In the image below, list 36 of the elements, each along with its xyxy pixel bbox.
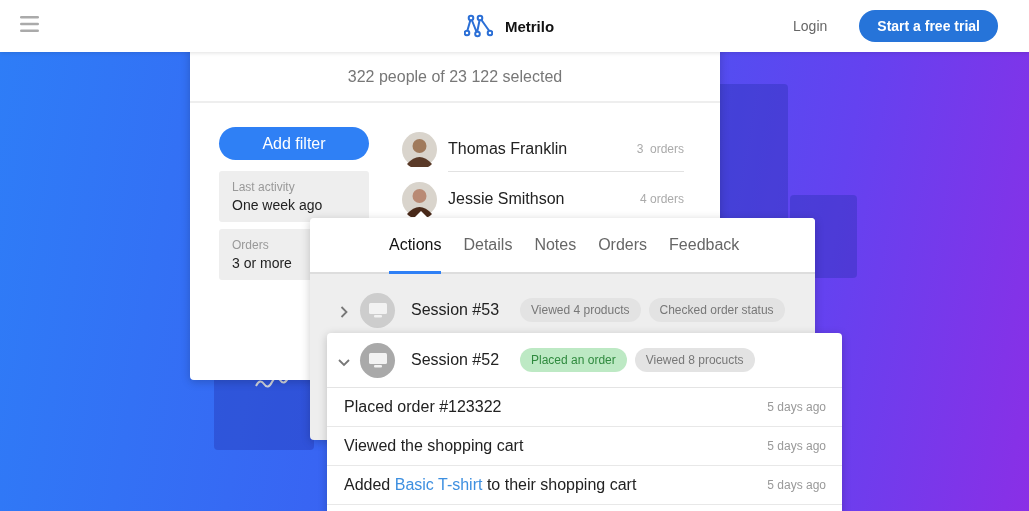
event-time: 5 days ago: [767, 439, 826, 453]
login-link[interactable]: Login: [793, 18, 828, 34]
avatar-icon: [402, 131, 437, 167]
event-text: Placed order #123322: [344, 398, 502, 416]
person-name[interactable]: Thomas Franklin: [448, 139, 568, 158]
add-filter-button[interactable]: Add filter: [219, 127, 369, 160]
chevron-icon[interactable]: [338, 306, 350, 318]
logo-text: Metrilo: [504, 17, 555, 35]
order-count: 4 orders: [639, 192, 684, 206]
session-title: Session #52: [411, 351, 501, 369]
tag: Checked order status: [648, 298, 785, 322]
session-title: Session #53: [411, 301, 501, 319]
logo-icon: [463, 14, 493, 38]
monitor-icon: [360, 292, 395, 328]
order-count: 3 orders: [636, 141, 684, 156]
event-time: 5 days ago: [767, 478, 826, 492]
tag: Viewed 8 procucts: [634, 348, 755, 372]
tab[interactable]: Orders: [598, 236, 648, 274]
selection-summary: 322 people of 23 122 selected: [190, 52, 720, 103]
monitor-icon: [360, 342, 395, 378]
event-time: 5 days ago: [767, 400, 826, 414]
menu-icon[interactable]: [20, 15, 39, 33]
free-trial-button[interactable]: Start a free trial: [859, 10, 998, 42]
tag: Placed an order: [520, 348, 627, 372]
tab[interactable]: Feedback: [669, 236, 740, 274]
chevron-icon[interactable]: [338, 356, 350, 368]
filter-chip[interactable]: Last activity One week ago: [219, 171, 369, 222]
event-text: Added Basic T-shirt to their shopping cart: [344, 476, 637, 494]
person-name[interactable]: Jessie Smithson: [448, 190, 565, 208]
event-text: Viewed the shopping cart: [344, 437, 524, 455]
tag: Viewed 4 products: [520, 298, 641, 322]
tab[interactable]: Details: [463, 236, 513, 274]
tab[interactable]: Actions: [389, 236, 442, 274]
product-link[interactable]: Basic T-shirt: [394, 476, 483, 493]
avatar-icon: [402, 181, 437, 217]
tab[interactable]: Notes: [534, 236, 577, 274]
